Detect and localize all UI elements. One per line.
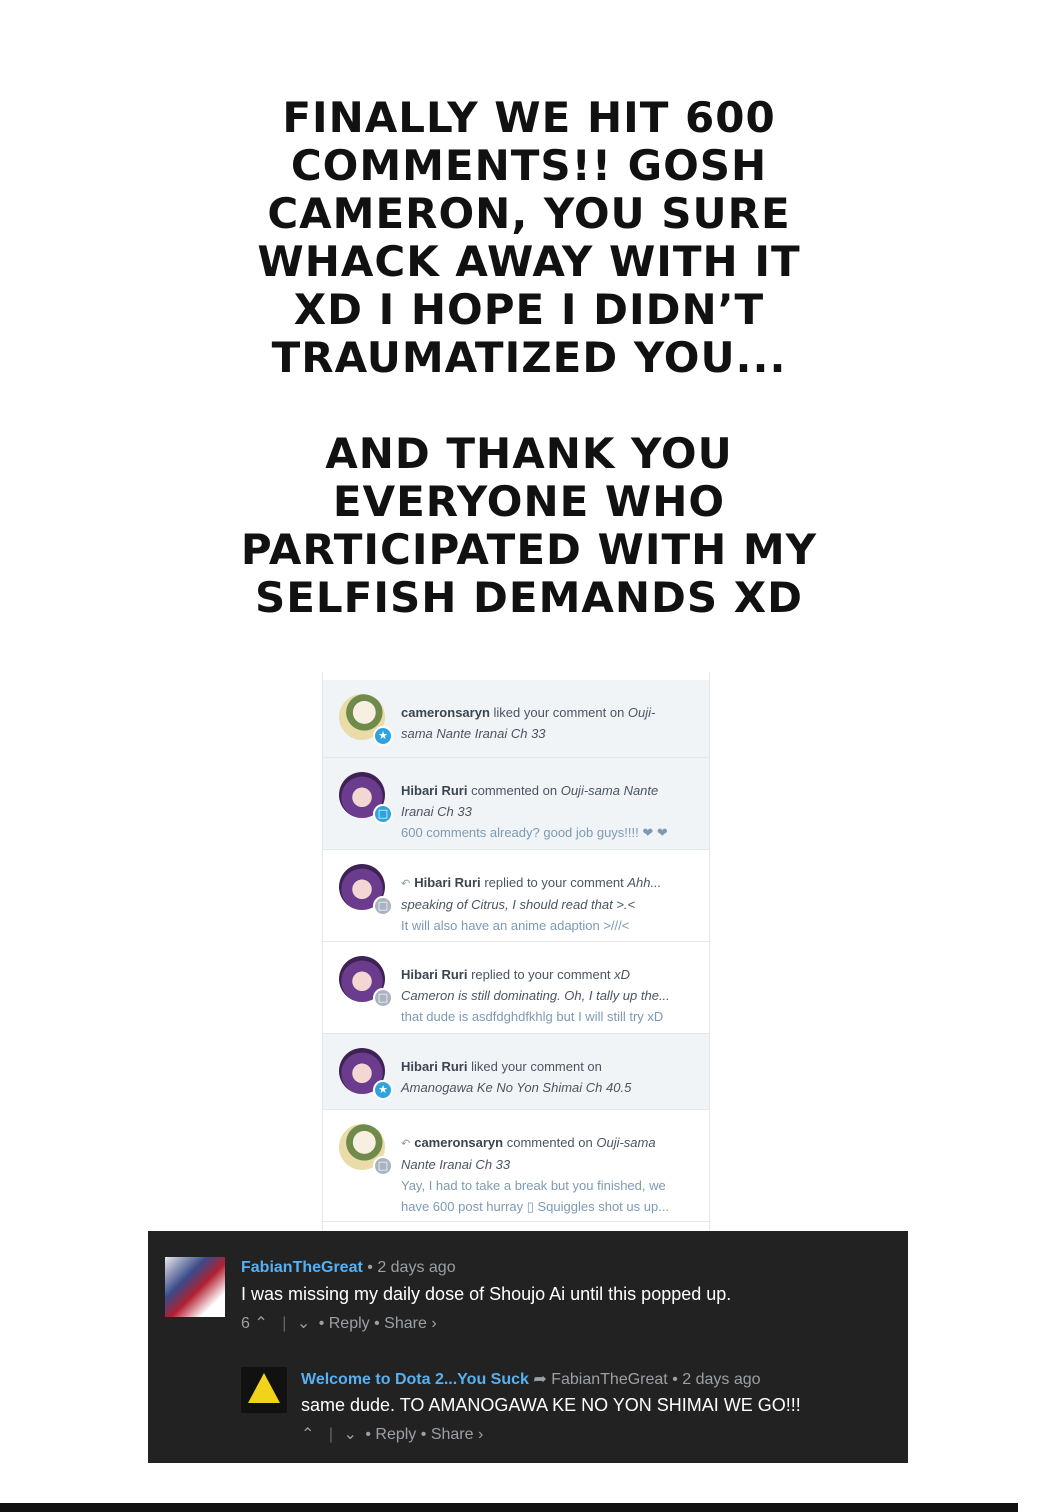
notification-preview-cont: have 600 post hurray ▯ Squiggles shot us… [401,1199,670,1214]
notification-item[interactable]: □ ↶ cameronsaryn commented on Ouji-sama N… [323,1110,709,1222]
bottom-bar [0,1503,1018,1512]
comment-header: FabianTheGreat • 2 days ago [241,1259,456,1277]
notification-user[interactable]: Hibari Ruri [401,967,467,982]
avatar[interactable] [165,1257,225,1317]
downvote-icon[interactable]: ⌄ [343,1426,356,1443]
dot-separator: • [318,1315,325,1332]
notification-action: replied to your comment [484,875,624,890]
notification-title-cont[interactable]: Cameron is still dominating. Oh, I tally… [401,985,693,1006]
comment-author[interactable]: Welcome to Dota 2...You Suck [301,1371,529,1388]
notification-title[interactable]: xD [614,967,630,982]
star-icon: ★ [373,1080,393,1100]
comment-actions: ⌃ | ⌄ • Reply • Share › [301,1424,483,1444]
dot-separator: • [365,1426,371,1443]
comment-actions: 6 ⌃ | ⌄ • Reply • Share › [241,1313,437,1333]
comment-header: Welcome to Dota 2...You Suck ➦ FabianThe… [301,1369,761,1389]
notification-action: replied to your comment [471,967,611,982]
share-button[interactable]: Share › [384,1315,436,1332]
comment-body: I was missing my daily dose of Shoujo Ai… [241,1284,732,1304]
reply-button[interactable]: Reply [375,1426,416,1443]
notification-panel: ★ cameronsaryn liked your comment on Ouj… [322,672,710,1231]
notification-title-cont[interactable]: speaking of Citrus, I should read that >… [401,894,693,915]
comment-body: same dude. TO AMANOGAWA KE NO YON SHIMAI… [301,1395,801,1415]
upvote-icon[interactable]: ⌃ [254,1315,267,1332]
notification-preview: It will also have an anime adaption >///… [401,918,630,933]
notification-title-cont[interactable]: Nante Iranai Ch 33 [401,1154,693,1175]
reply-to-icon: ➦ [533,1371,547,1388]
dot-separator: • [420,1426,427,1443]
dot-separator: • [374,1315,380,1332]
comment-icon: □ [373,1156,393,1176]
notification-item[interactable]: □ Hibari Ruri replied to your comment xD… [323,942,709,1034]
notification-title[interactable]: Ouji-sama [596,1135,655,1150]
notification-user[interactable]: cameronsaryn [401,705,490,720]
notification-action: commented on [506,1135,593,1150]
divider: | [328,1426,334,1443]
comment-icon: □ [373,988,393,1008]
notification-user[interactable]: Hibari Ruri [401,1059,467,1074]
notification-title[interactable]: Amanogawa Ke No Yon Shimai Ch 40.5 [401,1077,693,1098]
notification-item[interactable]: ★ Hibari Ruri liked your comment on Aman… [323,1034,709,1110]
downvote-icon[interactable]: ⌄ [297,1315,310,1332]
divider: | [282,1315,287,1332]
avatar[interactable] [241,1367,287,1413]
warning-icon [248,1373,280,1403]
comment-time[interactable]: • 2 days ago [672,1371,760,1388]
comment-author[interactable]: FabianTheGreat [241,1259,363,1276]
notification-item[interactable]: ★ cameronsaryn liked your comment on Ouj… [323,680,709,758]
comment-time[interactable]: • 2 days ago [367,1259,455,1276]
reply-to-user[interactable]: FabianTheGreat [551,1371,668,1388]
notification-title-cont[interactable]: sama Nante Iranai Ch 33 [401,723,693,744]
comment-thread: FabianTheGreat • 2 days ago I was missin… [148,1231,908,1463]
star-icon: ★ [373,726,393,746]
share-button[interactable]: Share › [431,1426,483,1443]
notification-preview: 600 comments already? good job guys!!!! … [401,825,668,840]
notification-action: commented on [471,783,558,798]
notification-user[interactable]: Hibari Ruri [414,875,480,890]
notification-item[interactable]: □ Hibari Ruri commented on Ouji-sama Nan… [323,758,709,850]
notification-preview: Yay, I had to take a break but you finis… [401,1178,666,1193]
reply-arrow-icon: ↶ [401,1137,411,1150]
notification-item[interactable]: □ ↶ Hibari Ruri replied to your comment A… [323,850,709,942]
comment-icon: □ [373,896,393,916]
notification-action: liked your comment on [471,1059,602,1074]
notification-user[interactable]: cameronsaryn [414,1135,503,1150]
reply-button[interactable]: Reply [329,1315,370,1332]
upvote-icon[interactable]: ⌃ [301,1426,314,1443]
notification-preview: that dude is asdfdghdfkhlg but I will st… [401,1009,664,1024]
notification-title[interactable]: Ouji- [628,705,655,720]
notification-action: liked your comment on [493,705,625,720]
notification-title-cont[interactable]: Iranai Ch 33 [401,801,693,822]
notification-title[interactable]: Ouji-sama Nante [561,783,659,798]
notification-title[interactable]: Ahh... [627,875,661,890]
notification-user[interactable]: Hibari Ruri [401,783,467,798]
vote-count: 6 [241,1315,250,1332]
reply-arrow-icon: ↶ [401,877,411,890]
headline-part-1: FINALLY WE HIT 600 COMMENTS!! GOSH CAMER… [257,93,801,382]
comment-icon: □ [373,804,393,824]
headline-part-2: AND THANK YOU EVERYONE WHO PARTICIPATED … [240,429,818,622]
